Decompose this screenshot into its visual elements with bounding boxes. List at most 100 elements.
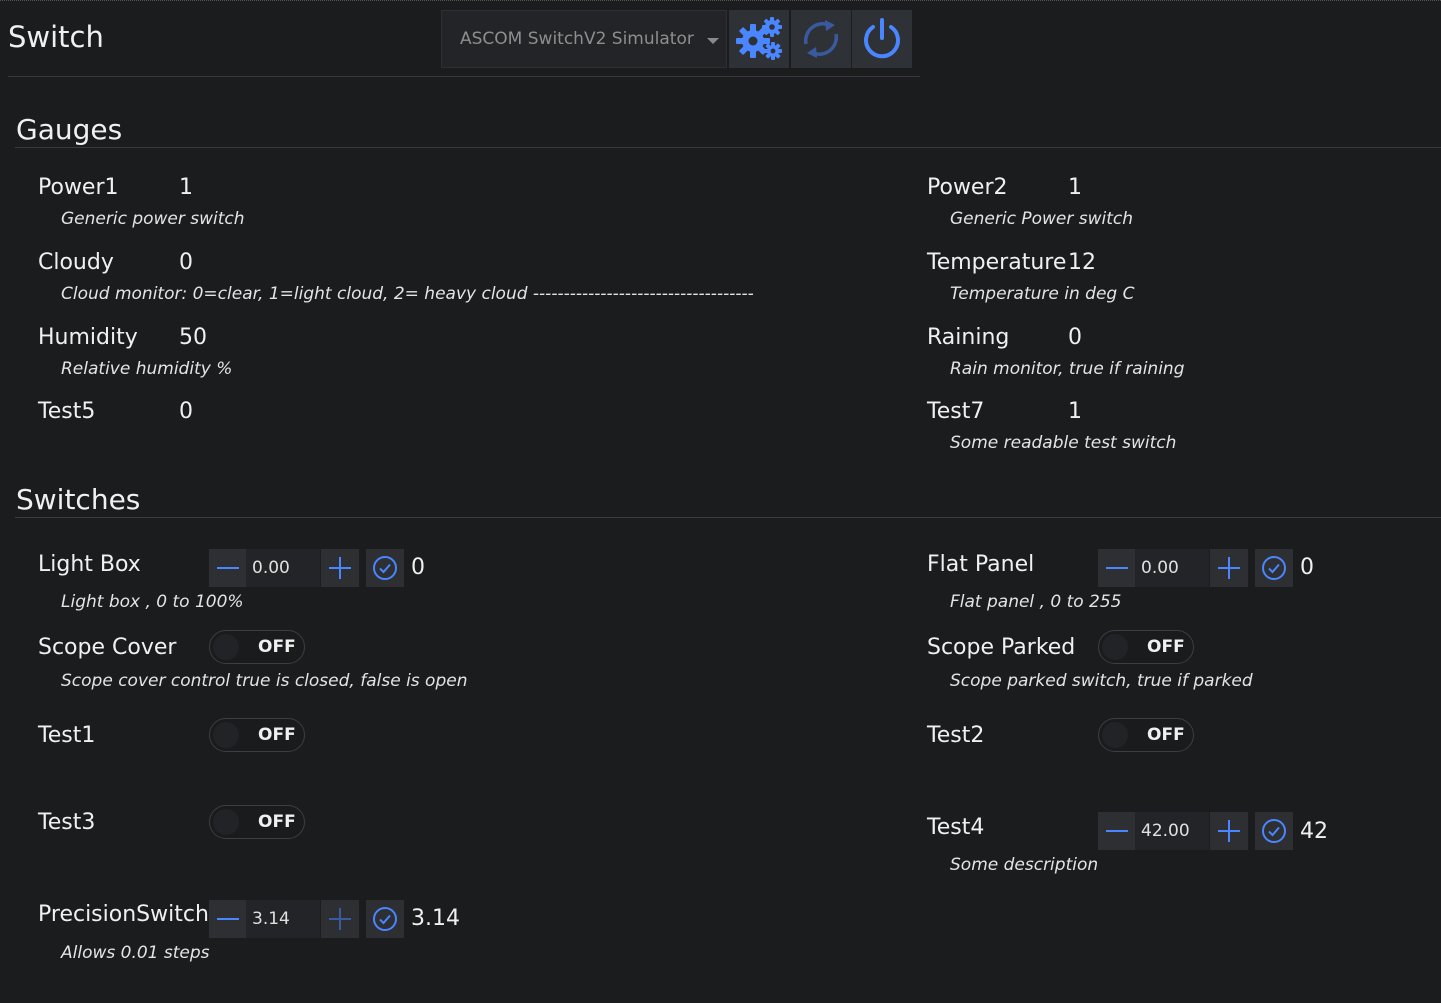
gauge-name: Humidity: [38, 325, 138, 350]
check-circle-icon: [373, 907, 397, 931]
device-select[interactable]: ASCOM SwitchV2 Simulator D: [441, 10, 727, 68]
switch-description: Flat panel , 0 to 255: [950, 592, 1122, 612]
toggle-state: OFF: [258, 725, 296, 745]
page-title: Switch: [8, 20, 104, 54]
gauge-description: Temperature in deg C: [950, 284, 1135, 304]
minus-icon: [1106, 567, 1128, 569]
gauges-heading: Gauges: [16, 113, 123, 146]
switch-value: 0: [1300, 555, 1314, 580]
gauge-name: Temperature: [927, 250, 1067, 275]
switch-name: PrecisionSwitch: [38, 902, 209, 927]
decrement-button[interactable]: [1098, 812, 1136, 850]
toggle-state: OFF: [258, 812, 296, 832]
plus-icon: [339, 908, 341, 930]
switch-name: Test1: [38, 723, 96, 748]
gauge-value: 50: [179, 325, 207, 350]
switch-name: Light Box: [38, 552, 141, 577]
toggle-knob: [1102, 634, 1128, 660]
switch-value: 3.14: [411, 906, 460, 931]
refresh-button[interactable]: [791, 10, 851, 68]
switch-description: Scope parked switch, true if parked: [950, 671, 1253, 691]
minus-icon: [217, 918, 239, 920]
gauges-divider: [15, 147, 1441, 148]
toggle-switch[interactable]: OFF: [209, 630, 305, 664]
gauge-name: Test7: [927, 399, 985, 424]
increment-button[interactable]: [1210, 812, 1248, 850]
gauge-description: Generic power switch: [61, 209, 245, 229]
gauge-description: Generic Power switch: [950, 209, 1134, 229]
plus-icon: [1228, 557, 1230, 579]
gauge-value: 1: [1068, 399, 1082, 424]
gauge-name: Power2: [927, 175, 1008, 200]
check-circle-icon: [1262, 556, 1286, 580]
value-input[interactable]: 0.00: [246, 549, 320, 587]
switches-divider: [15, 517, 1441, 518]
toggle-state: OFF: [1147, 637, 1185, 657]
gauge-description: Some readable test switch: [950, 433, 1177, 453]
toggle-switch[interactable]: OFF: [1098, 630, 1194, 664]
toggle-switch[interactable]: OFF: [1098, 718, 1194, 752]
apply-button[interactable]: [366, 549, 404, 587]
gauge-value: 0: [179, 399, 193, 424]
gauge-name: Raining: [927, 325, 1010, 350]
power-icon: [864, 18, 900, 59]
toggle-switch[interactable]: OFF: [209, 805, 305, 839]
switch-value: 0: [411, 555, 425, 580]
increment-button[interactable]: [321, 900, 359, 938]
toggle-state: OFF: [1147, 725, 1185, 745]
plus-icon: [339, 557, 341, 579]
value-input[interactable]: 0.00: [1135, 549, 1209, 587]
gauge-value: 0: [1068, 325, 1082, 350]
refresh-icon: [803, 20, 839, 58]
gauge-value: 12: [1068, 250, 1096, 275]
minus-icon: [217, 567, 239, 569]
gauge-name: Power1: [38, 175, 119, 200]
toggle-knob: [213, 722, 239, 748]
decrement-button[interactable]: [209, 549, 247, 587]
switch-name: Test4: [927, 815, 985, 840]
gauge-value: 0: [179, 250, 193, 275]
toggle-state: OFF: [258, 637, 296, 657]
gauge-description: Cloud monitor: 0=clear, 1=light cloud, 2…: [61, 284, 754, 304]
toggle-switch[interactable]: OFF: [209, 718, 305, 752]
switch-name: Flat Panel: [927, 552, 1035, 577]
window-top-border: [0, 0, 1441, 3]
gauge-value: 1: [1068, 175, 1082, 200]
toggle-knob: [213, 809, 239, 835]
increment-button[interactable]: [1210, 549, 1248, 587]
minus-icon: [1106, 830, 1128, 832]
switches-heading: Switches: [16, 483, 141, 516]
switch-description: Some description: [950, 855, 1099, 875]
switch-value: 42: [1300, 819, 1328, 844]
apply-button[interactable]: [1255, 812, 1293, 850]
gauge-value: 1: [179, 175, 193, 200]
gauge-name: Cloudy: [38, 250, 114, 275]
value-input[interactable]: 42.00: [1135, 812, 1209, 850]
apply-button[interactable]: [1255, 549, 1293, 587]
device-select-value: ASCOM SwitchV2 Simulator D: [460, 29, 700, 49]
switch-description: Light box , 0 to 100%: [61, 592, 244, 612]
increment-button[interactable]: [321, 549, 359, 587]
check-circle-icon: [1262, 819, 1286, 843]
switch-description: Allows 0.01 steps: [61, 943, 210, 963]
toggle-knob: [1102, 722, 1128, 748]
plus-icon: [1228, 820, 1230, 842]
switch-name: Test3: [38, 810, 96, 835]
apply-button[interactable]: [366, 900, 404, 938]
setup-button[interactable]: [729, 10, 789, 68]
connect-button[interactable]: [852, 10, 912, 68]
toggle-knob: [213, 634, 239, 660]
gears-icon: [736, 17, 782, 60]
chevron-down-icon[interactable]: [707, 38, 719, 44]
switch-name: Test2: [927, 723, 985, 748]
gauge-description: Relative humidity %: [61, 359, 233, 379]
header-divider: [8, 76, 920, 77]
check-circle-icon: [373, 556, 397, 580]
switch-name: Scope Parked: [927, 635, 1076, 660]
switch-name: Scope Cover: [38, 635, 177, 660]
decrement-button[interactable]: [1098, 549, 1136, 587]
decrement-button[interactable]: [209, 900, 247, 938]
value-input[interactable]: 3.14: [246, 900, 320, 938]
gauge-name: Test5: [38, 399, 96, 424]
switch-description: Scope cover control true is closed, fals…: [61, 671, 468, 691]
